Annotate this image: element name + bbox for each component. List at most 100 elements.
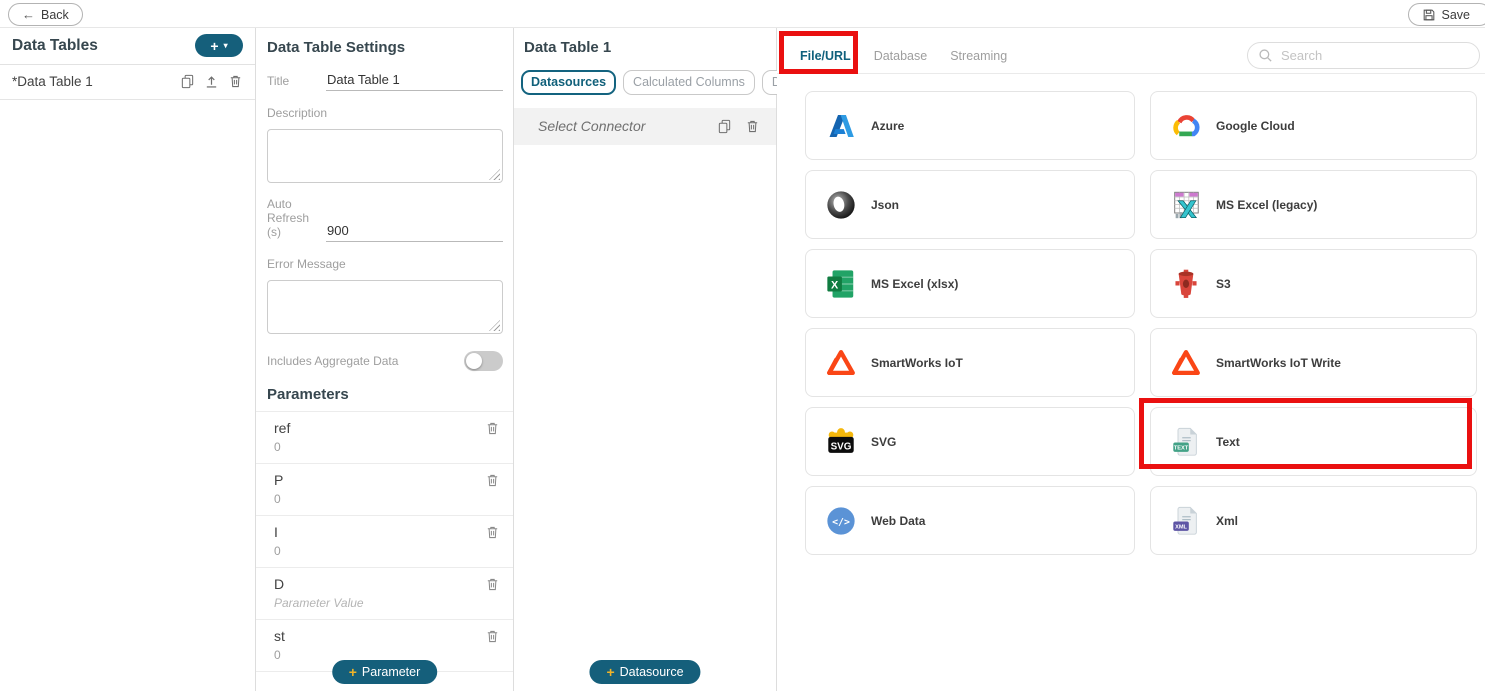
trash-icon[interactable] bbox=[485, 473, 500, 488]
xml-icon: XML bbox=[1168, 503, 1204, 539]
excel-legacy-icon bbox=[1168, 187, 1204, 223]
description-label: Description bbox=[267, 106, 503, 120]
s3-icon bbox=[1168, 266, 1204, 302]
trash-icon[interactable] bbox=[745, 119, 760, 134]
plus-icon: + bbox=[606, 664, 614, 680]
auto-refresh-label: Auto Refresh (s) bbox=[267, 197, 326, 242]
connector-card-label: Text bbox=[1216, 435, 1240, 449]
data-table-settings-panel: Data Table Settings Title Description Au… bbox=[256, 28, 514, 691]
connector-card[interactable]: SmartWorks IoT bbox=[805, 328, 1135, 397]
tab-file-url[interactable]: File/URL bbox=[800, 49, 851, 63]
plus-icon: + bbox=[210, 38, 218, 54]
back-arrow-icon: ← bbox=[22, 7, 35, 22]
connector-card-label: SVG bbox=[871, 435, 896, 449]
parameter-value[interactable]: 0 bbox=[274, 544, 501, 558]
save-icon bbox=[1422, 8, 1436, 22]
tab-bar-divider bbox=[777, 73, 1485, 74]
parameter-name[interactable]: ref bbox=[274, 420, 501, 436]
connector-card[interactable]: MS Excel (legacy) bbox=[1150, 170, 1477, 239]
parameter-name[interactable]: P bbox=[274, 472, 501, 488]
svg-text:X: X bbox=[831, 279, 839, 291]
settings-title: Data Table Settings bbox=[267, 39, 503, 56]
title-field-label: Title bbox=[267, 74, 326, 91]
connector-card[interactable]: </> Web Data bbox=[805, 486, 1135, 555]
parameter-value[interactable]: 0 bbox=[274, 440, 501, 454]
parameter-row: P 0 bbox=[256, 463, 513, 515]
excel-xlsx-icon: X bbox=[823, 266, 859, 302]
parameter-row: I 0 bbox=[256, 515, 513, 567]
add-data-table-button[interactable]: + ▾ bbox=[195, 34, 243, 57]
svg-text:</>: </> bbox=[832, 516, 850, 527]
text-icon: TEXT bbox=[1168, 424, 1204, 460]
connector-card[interactable]: Json bbox=[805, 170, 1135, 239]
connector-card[interactable]: TEXT Text bbox=[1150, 407, 1477, 476]
aggregate-toggle[interactable] bbox=[464, 351, 503, 371]
svg-icon: SVG bbox=[823, 424, 859, 460]
connector-grid: Azure Google Cloud Json MS Excel (legacy… bbox=[805, 91, 1477, 555]
connector-card-label: MS Excel (xlsx) bbox=[871, 277, 958, 291]
add-parameter-label: Parameter bbox=[362, 665, 420, 679]
connector-card-label: Azure bbox=[871, 119, 904, 133]
connector-card-label: SmartWorks IoT Write bbox=[1216, 356, 1341, 370]
save-button-label: Save bbox=[1442, 8, 1471, 22]
trash-icon[interactable] bbox=[485, 577, 500, 592]
data-table-item-name: *Data Table 1 bbox=[12, 74, 93, 89]
parameter-list: ref 0 P 0 I 0 D Parameter Value bbox=[256, 411, 513, 672]
tab-database[interactable]: Database bbox=[874, 49, 928, 63]
data-table-list-item[interactable]: *Data Table 1 bbox=[0, 65, 255, 100]
search-input[interactable] bbox=[1281, 48, 1469, 63]
connector-card[interactable]: XML Xml bbox=[1150, 486, 1477, 555]
copy-icon[interactable] bbox=[717, 119, 732, 134]
plus-icon: + bbox=[349, 664, 357, 680]
connector-card-label: Json bbox=[871, 198, 899, 212]
datasources-panel: Data Table 1 Datasources Calculated Colu… bbox=[514, 28, 777, 691]
trash-icon[interactable] bbox=[485, 525, 500, 540]
data-tables-title: Data Tables bbox=[12, 37, 98, 55]
description-textarea[interactable] bbox=[268, 130, 502, 182]
parameter-name[interactable]: st bbox=[274, 628, 501, 644]
trash-icon[interactable] bbox=[485, 629, 500, 644]
google-cloud-icon bbox=[1168, 108, 1204, 144]
add-datasource-button[interactable]: + Datasource bbox=[589, 660, 700, 684]
connector-card-label: Web Data bbox=[871, 514, 925, 528]
connector-card-label: Google Cloud bbox=[1216, 119, 1295, 133]
upload-icon[interactable] bbox=[204, 74, 219, 89]
add-datasource-label: Datasource bbox=[620, 665, 684, 679]
title-field[interactable] bbox=[326, 72, 503, 91]
smartworks-iot-icon bbox=[823, 345, 859, 381]
connector-card-label: Xml bbox=[1216, 514, 1238, 528]
connector-card-label: S3 bbox=[1216, 277, 1231, 291]
parameter-value[interactable]: 0 bbox=[274, 492, 501, 506]
back-button[interactable]: ← Back bbox=[8, 3, 83, 26]
connector-card[interactable]: X MS Excel (xlsx) bbox=[805, 249, 1135, 318]
parameter-name[interactable]: I bbox=[274, 524, 501, 540]
connector-card[interactable]: SVG SVG bbox=[805, 407, 1135, 476]
tab-calculated-columns[interactable]: Calculated Columns bbox=[623, 70, 755, 95]
connector-card[interactable]: Azure bbox=[805, 91, 1135, 160]
tab-streaming[interactable]: Streaming bbox=[950, 49, 1007, 63]
parameters-title: Parameters bbox=[267, 386, 503, 411]
error-message-textarea[interactable] bbox=[268, 281, 502, 333]
datasource-panel-title: Data Table 1 bbox=[524, 39, 766, 56]
auto-refresh-field[interactable] bbox=[326, 223, 503, 242]
parameter-value[interactable]: Parameter Value bbox=[274, 596, 501, 610]
select-connector-row[interactable]: Select Connector bbox=[514, 108, 776, 145]
chevron-down-icon: ▾ bbox=[224, 42, 228, 50]
save-button[interactable]: Save bbox=[1408, 3, 1485, 26]
trash-icon[interactable] bbox=[485, 421, 500, 436]
connector-card[interactable]: Google Cloud bbox=[1150, 91, 1477, 160]
tab-datasources[interactable]: Datasources bbox=[521, 70, 616, 95]
connector-card[interactable]: S3 bbox=[1150, 249, 1477, 318]
connector-card[interactable]: SmartWorks IoT Write bbox=[1150, 328, 1477, 397]
aggregate-label: Includes Aggregate Data bbox=[267, 354, 398, 368]
web-data-icon: </> bbox=[823, 503, 859, 539]
svg-text:TEXT: TEXT bbox=[1174, 445, 1189, 451]
select-connector-label: Select Connector bbox=[538, 118, 645, 134]
parameter-name[interactable]: D bbox=[274, 576, 501, 592]
svg-text:SVG: SVG bbox=[831, 441, 852, 452]
trash-icon[interactable] bbox=[228, 74, 243, 89]
copy-icon[interactable] bbox=[180, 74, 195, 89]
add-parameter-button[interactable]: + Parameter bbox=[332, 660, 438, 684]
connector-card-label: MS Excel (legacy) bbox=[1216, 198, 1317, 212]
error-message-label: Error Message bbox=[267, 257, 503, 271]
